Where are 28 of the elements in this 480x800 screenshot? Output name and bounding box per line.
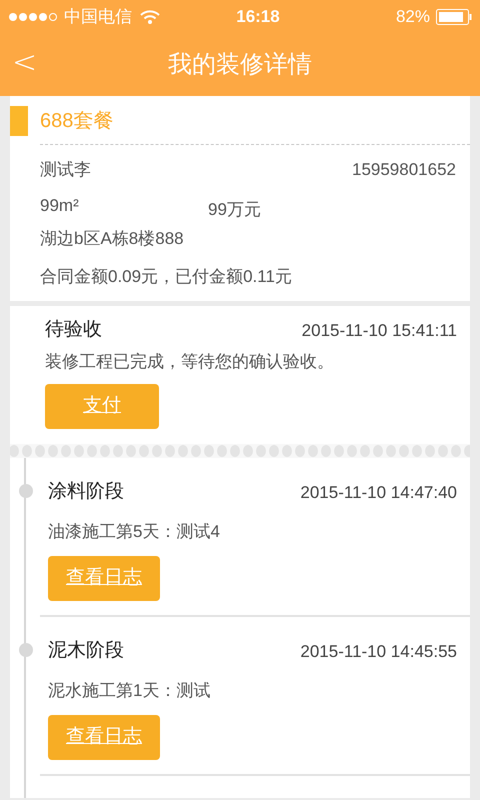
stage-description: 泥水施工第1天：测试 (48, 680, 212, 702)
stage-time: 2015-11-10 14:45:55 (300, 640, 457, 662)
customer-name: 测试李 (40, 159, 91, 181)
stage-title: 涂料阶段 (48, 480, 124, 504)
amounts-text: 合同金额0.09元，已付金额0.11元 (40, 266, 293, 288)
back-button[interactable]: < (12, 48, 38, 78)
status-title: 待验收 (45, 318, 102, 342)
pay-button[interactable]: 支付 (45, 384, 159, 429)
stage-time: 2015-11-10 14:47:40 (300, 482, 457, 504)
package-title: 688套餐 (40, 109, 114, 134)
carrier-label: 中国电信 (64, 6, 132, 28)
address-text: 湖边b区A栋8楼888 (40, 228, 185, 250)
page-title: 我的装修详情 (168, 50, 312, 80)
budget-amount: 99万元 (208, 198, 261, 220)
phone-number: 15959801652 (352, 159, 456, 181)
wifi-icon (140, 10, 160, 24)
view-log-button[interactable]: 查看日志 (48, 556, 160, 601)
stage-description: 油漆施工第5天：测试4 (48, 520, 221, 542)
battery-icon (436, 9, 472, 25)
clock-time: 16:18 (236, 6, 280, 28)
house-area: 99m² (40, 192, 208, 222)
accent-bar (10, 106, 28, 136)
view-log-button[interactable]: 查看日志 (48, 715, 160, 760)
stage-title: 泥木阶段 (48, 639, 124, 663)
status-time: 2015-11-10 15:41:11 (302, 320, 457, 342)
battery-percent: 82% (396, 6, 430, 28)
status-description: 装修工程已完成，等待您的确认验收。 (45, 350, 335, 372)
signal-icon (8, 12, 58, 22)
